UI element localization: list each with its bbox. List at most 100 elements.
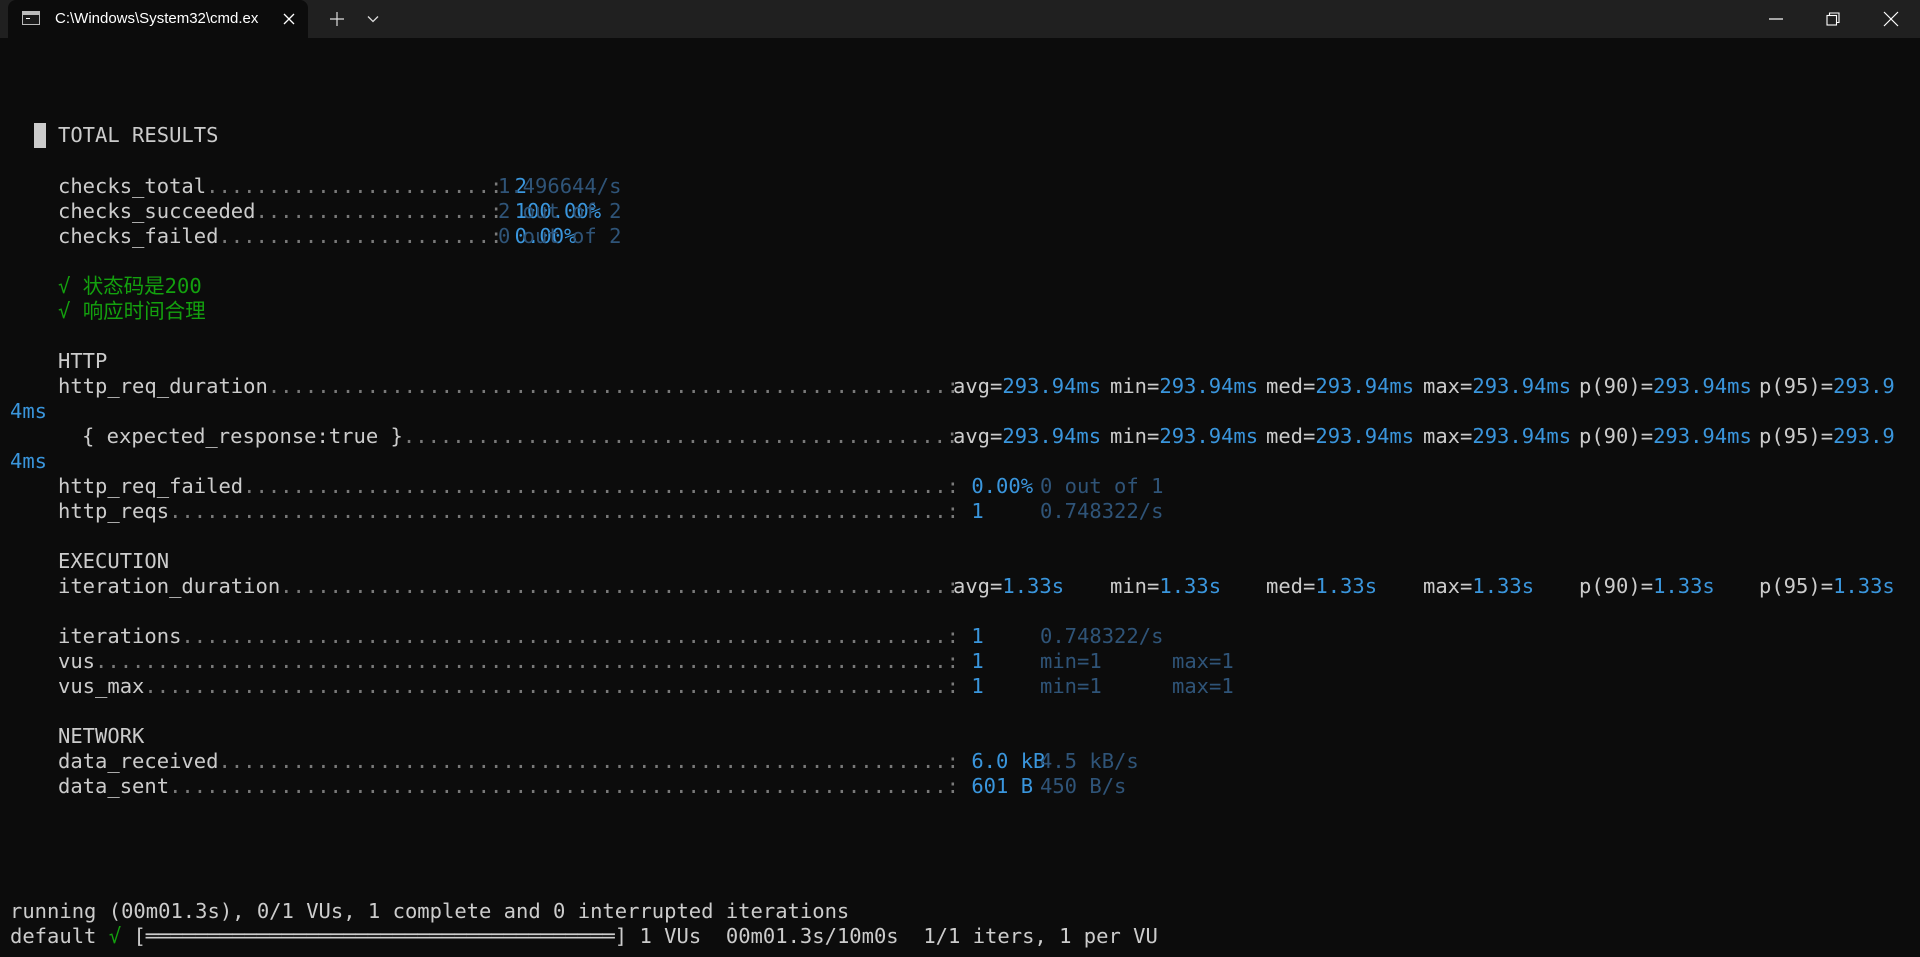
metric-extra: 0.748322/s [1040, 499, 1164, 523]
section-marker [34, 123, 46, 148]
stat-p95: p(95)=1.33s [1759, 574, 1895, 598]
stat-p95: p(95)=293.9 [1759, 374, 1895, 398]
metric-name: checks_total [58, 174, 207, 198]
metric-extra: 0 out of 1 [1040, 474, 1164, 498]
metric-http-reqs: http_reqs...............................… [58, 499, 984, 524]
metric-dots: ........................................… [280, 574, 959, 598]
metric-name: data_received [58, 749, 219, 773]
metric-value: 1 [971, 649, 984, 673]
metric-name: iteration_duration [58, 574, 281, 598]
stat-avg: avg=1.33s [953, 574, 1065, 598]
metric-checks-total: checks_total.......................: 2 [58, 174, 527, 199]
metric-iterations: iterations..............................… [58, 624, 984, 649]
check-item: √ 响应时间合理 [58, 299, 206, 324]
metric-http-req-duration: http_req_duration.......................… [58, 374, 959, 399]
terminal-output[interactable]: TOTAL RESULTS checks_total..............… [10, 38, 1910, 957]
results-header: TOTAL RESULTS [58, 123, 219, 147]
metric-dots: ........................................… [402, 424, 959, 448]
tab-dropdown-button[interactable] [358, 0, 388, 38]
metric-dots: ........................................… [169, 499, 959, 523]
title-bar: C:\Windows\System32\cmd.ex [0, 0, 1920, 38]
metric-name: vus_max [58, 674, 145, 698]
stat-max: max=293.94ms [1423, 424, 1572, 448]
metric-dots: ........................................… [181, 624, 959, 648]
check-label: 状态码是200 [82, 274, 202, 298]
metric-name: iterations [58, 624, 182, 648]
check-mark: √ [58, 299, 71, 323]
stat-min: min=293.94ms [1110, 374, 1259, 398]
metric-name: http_req_duration [58, 374, 268, 398]
metric-name: http_req_failed [58, 474, 244, 498]
metric-data-sent: data_sent...............................… [58, 774, 1033, 799]
scenario-name: default [10, 924, 97, 948]
metric-data-received: data_received...........................… [58, 749, 1045, 774]
metric-name: data_sent [58, 774, 170, 798]
stat-med: med=293.94ms [1266, 374, 1415, 398]
metric-dots: ......................: [218, 224, 503, 248]
running-status: running (00m01.3s), 0/1 VUs, 1 complete … [10, 899, 850, 923]
metric-vus-max: vus_max.................................… [58, 674, 984, 699]
progress-bar: [══════════════════════════════════════] [133, 924, 628, 948]
section-header-network: NETWORK [58, 724, 145, 748]
stat-avg: avg=293.94ms [953, 374, 1102, 398]
metric-name: http_reqs [58, 499, 170, 523]
check-mark: √ [58, 274, 71, 298]
minimize-button[interactable] [1748, 0, 1804, 38]
close-window-button[interactable] [1862, 0, 1920, 38]
metric-dots: ........................................… [144, 674, 959, 698]
progress-summary: 1 VUs 00m01.3s/10m0s 1/1 iters, 1 per VU [639, 924, 1158, 948]
metric-value: 6.0 kB [971, 749, 1046, 773]
restore-button[interactable] [1804, 0, 1862, 38]
metric-dots: ........................................… [218, 749, 959, 773]
metric-name: { expected_response:true } [82, 424, 403, 448]
metric-extra: 0.748322/s [1040, 624, 1164, 648]
metric-value: 1 [971, 624, 984, 648]
metric-extra: 450 B/s [1040, 774, 1127, 798]
stat-p95: p(95)=293.9 [1759, 424, 1895, 448]
metric-extra-max: max=1 [1172, 674, 1234, 698]
stat-max: max=1.33s [1423, 574, 1535, 598]
metric-extra: 0 out of 2 [498, 224, 622, 248]
metric-http-req-failed: http_req_failed.........................… [58, 474, 1033, 499]
metric-value: 601 B [971, 774, 1034, 798]
metric-extra: 2 out of 2 [498, 199, 622, 223]
stat-p90: p(90)=293.94ms [1579, 424, 1752, 448]
tab-title: C:\Windows\System32\cmd.ex [55, 10, 259, 27]
metric-dots: ........................................… [95, 649, 959, 673]
close-icon[interactable] [279, 9, 299, 29]
stat-p95-wrap: 4ms [10, 399, 48, 423]
metric-dots: ........................................… [169, 774, 959, 798]
check-item: √ 状态码是200 [58, 274, 202, 299]
metric-dots: ...................: [255, 199, 503, 223]
stat-min: min=293.94ms [1110, 424, 1259, 448]
metric-value: 0.00% [971, 474, 1034, 498]
tab-cmd[interactable]: C:\Windows\System32\cmd.ex [8, 0, 308, 38]
metric-iteration-duration: iteration_duration......................… [58, 574, 959, 599]
section-header-http: HTTP [58, 349, 108, 373]
metric-name: vus [58, 649, 96, 673]
metric-value: 1 [971, 674, 984, 698]
metric-extra: 4.5 kB/s [1040, 749, 1139, 773]
stat-med: med=1.33s [1266, 574, 1378, 598]
metric-extra-max: max=1 [1172, 649, 1234, 673]
metric-name: checks_failed [58, 224, 219, 248]
stat-avg: avg=293.94ms [953, 424, 1102, 448]
metric-vus: vus.....................................… [58, 649, 984, 674]
new-tab-button[interactable] [320, 0, 354, 38]
terminal-icon [22, 11, 40, 25]
metric-extra: 1.496644/s [498, 174, 622, 198]
metric-dots: ........................................… [243, 474, 959, 498]
metric-dots: ........................................… [267, 374, 959, 398]
metric-extra-min: min=1 [1040, 674, 1102, 698]
metric-value: 1 [971, 499, 984, 523]
metric-expected-response: { expected_response:true }..............… [82, 424, 958, 449]
stat-med: med=293.94ms [1266, 424, 1415, 448]
metric-name: checks_succeeded [58, 199, 256, 223]
scenario-progress: default √ [═════════════════════════════… [10, 924, 1158, 949]
stat-max: max=293.94ms [1423, 374, 1572, 398]
check-mark: √ [108, 924, 122, 948]
metric-extra-min: min=1 [1040, 649, 1102, 673]
stat-p95-wrap: 4ms [10, 449, 48, 473]
check-label: 响应时间合理 [82, 299, 206, 323]
metric-dots: .......................: [206, 174, 503, 198]
